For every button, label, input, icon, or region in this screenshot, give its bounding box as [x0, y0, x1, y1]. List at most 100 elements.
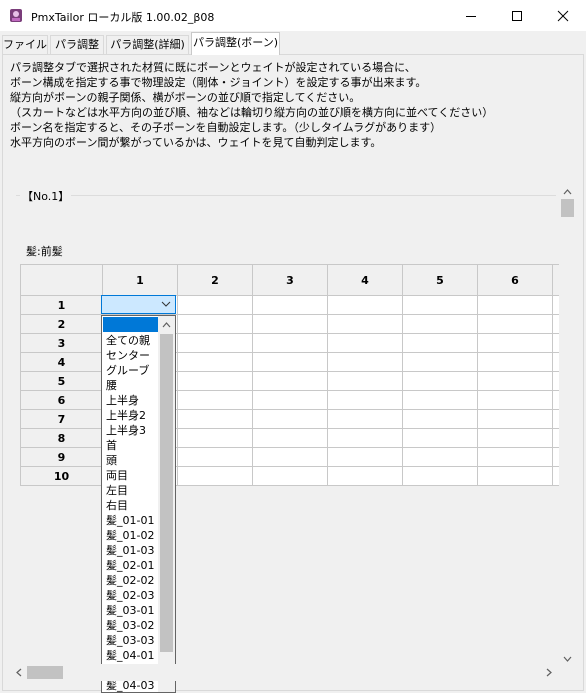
tab-para-adjust[interactable]: パラ調整	[50, 35, 104, 54]
grid-cell[interactable]	[252, 409, 328, 429]
grid-cell[interactable]	[177, 466, 253, 486]
column-header[interactable]: 3	[252, 264, 328, 296]
grid-cell[interactable]	[477, 390, 553, 410]
chevron-down-icon[interactable]	[161, 299, 171, 309]
column-header[interactable]: 4	[327, 264, 403, 296]
dropdown-option[interactable]: 髪_02-03	[106, 588, 154, 603]
grid-cell[interactable]	[327, 371, 403, 391]
grid-cell[interactable]	[477, 314, 553, 334]
dropdown-option[interactable]: 髪_01-01	[106, 513, 154, 528]
scroll-right-icon[interactable]	[546, 668, 553, 677]
dropdown-option[interactable]: 上半身3	[106, 423, 146, 438]
grid-cell[interactable]	[252, 466, 328, 486]
grid-cell[interactable]	[477, 295, 553, 315]
chevron-up-icon[interactable]	[162, 321, 171, 328]
dropdown-option[interactable]: 髪_03-01	[106, 603, 154, 618]
grid-cell[interactable]	[177, 295, 253, 315]
grid-cell[interactable]	[177, 409, 253, 429]
dropdown-option[interactable]: 髪_02-01	[106, 558, 154, 573]
dropdown-option[interactable]: 髪_03-02	[106, 618, 154, 633]
grid-cell[interactable]	[327, 314, 403, 334]
grid-cell[interactable]	[177, 333, 253, 353]
grid-cell[interactable]	[477, 447, 553, 467]
dropdown-option[interactable]: 頭	[106, 453, 117, 468]
grid-cell[interactable]	[252, 371, 328, 391]
grid-cell[interactable]	[402, 295, 478, 315]
scroll-left-icon[interactable]	[15, 668, 22, 677]
horizontal-scroll-thumb[interactable]	[27, 666, 63, 679]
grid-cell[interactable]	[402, 371, 478, 391]
grid-cell[interactable]	[252, 314, 328, 334]
grid-cell[interactable]	[402, 409, 478, 429]
tab-para-adjust-bone[interactable]: パラ調整(ボーン)	[191, 32, 280, 55]
row-header[interactable]: 1	[20, 295, 103, 315]
grid-cell[interactable]	[252, 295, 328, 315]
grid-cell[interactable]	[177, 352, 253, 372]
row-header[interactable]: 8	[20, 428, 103, 448]
grid-cell[interactable]	[177, 390, 253, 410]
dropdown-option[interactable]: 髪_04-01	[106, 648, 154, 663]
grid-cell[interactable]	[177, 428, 253, 448]
grid-cell[interactable]	[177, 371, 253, 391]
close-button[interactable]	[540, 0, 586, 31]
dropdown-selected-item[interactable]	[103, 317, 160, 332]
grid-cell[interactable]	[477, 333, 553, 353]
bone-dropdown-list[interactable]: 全ての親 センター グルーブ腰上半身 上半身2 上半身3 首頭両目 左目 右目 髪_01-01 髪…	[101, 315, 176, 693]
grid-cell[interactable]	[252, 352, 328, 372]
row-header[interactable]: 7	[20, 409, 103, 429]
dropdown-option[interactable]: 髪_01-02	[106, 528, 154, 543]
dropdown-option[interactable]: 腰	[106, 378, 117, 393]
grid-cell[interactable]	[252, 333, 328, 353]
row-header[interactable]: 5	[20, 371, 103, 391]
row-header[interactable]: 9	[20, 447, 103, 467]
minimize-button[interactable]	[448, 0, 494, 31]
grid-cell[interactable]	[327, 466, 403, 486]
dropdown-option[interactable]: グルーブ	[106, 363, 149, 378]
scroll-down-icon[interactable]	[563, 656, 572, 663]
grid-cell[interactable]	[402, 447, 478, 467]
row-header[interactable]: 6	[20, 390, 103, 410]
grid-cell[interactable]	[327, 295, 403, 315]
bone-select-combo[interactable]	[101, 295, 176, 314]
maximize-button[interactable]	[494, 0, 540, 31]
row-header[interactable]: 10	[20, 466, 103, 486]
grid-cell[interactable]	[402, 428, 478, 448]
grid-cell[interactable]	[402, 352, 478, 372]
grid-cell[interactable]	[327, 447, 403, 467]
grid-cell[interactable]	[477, 428, 553, 448]
dropdown-option[interactable]: 両目	[106, 468, 128, 483]
grid-cell[interactable]	[177, 447, 253, 467]
grid-cell[interactable]	[327, 428, 403, 448]
dropdown-scroll-thumb[interactable]	[160, 334, 173, 652]
dropdown-option[interactable]: 髪_02-02	[106, 573, 154, 588]
dropdown-option[interactable]: 上半身	[106, 393, 139, 408]
column-header[interactable]: 2	[177, 264, 253, 296]
grid-cell[interactable]	[252, 447, 328, 467]
grid-cell[interactable]	[327, 409, 403, 429]
dropdown-option[interactable]: 髪_01-03	[106, 543, 154, 558]
grid-cell[interactable]	[402, 390, 478, 410]
horizontal-scrollbar[interactable]	[10, 664, 558, 681]
dropdown-option[interactable]: 上半身2	[106, 408, 146, 423]
grid-cell[interactable]	[327, 333, 403, 353]
grid-cell[interactable]	[177, 314, 253, 334]
vertical-scrollbar[interactable]	[559, 183, 576, 663]
grid-cell[interactable]	[477, 409, 553, 429]
tab-para-adjust-detail[interactable]: パラ調整(詳細)	[106, 35, 189, 54]
grid-cell[interactable]	[402, 466, 478, 486]
grid-cell[interactable]	[252, 428, 328, 448]
dropdown-option[interactable]: 左目	[106, 483, 128, 498]
dropdown-option[interactable]: 髪_03-03	[106, 633, 154, 648]
column-header[interactable]: 1	[102, 264, 178, 296]
vertical-scroll-thumb[interactable]	[561, 199, 574, 217]
column-header[interactable]: 6	[477, 264, 553, 296]
grid-cell[interactable]	[327, 352, 403, 372]
grid-cell[interactable]	[477, 371, 553, 391]
grid-cell[interactable]	[477, 466, 553, 486]
dropdown-option[interactable]: センター	[106, 348, 150, 363]
dropdown-option[interactable]: 首	[106, 438, 117, 453]
grid-cell[interactable]	[327, 390, 403, 410]
scroll-up-icon[interactable]	[563, 188, 572, 195]
grid-cell[interactable]	[402, 314, 478, 334]
row-header[interactable]: 3	[20, 333, 103, 353]
